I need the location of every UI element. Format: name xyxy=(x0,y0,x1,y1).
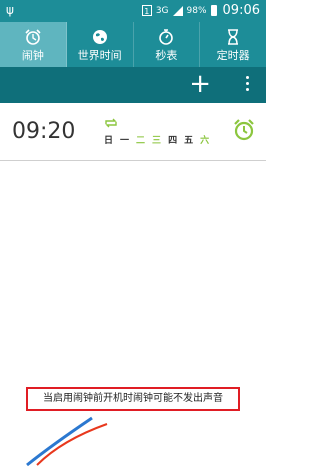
tab-alarm[interactable]: 闹钟 xyxy=(0,22,67,67)
status-bar: ψ 1 3G 98% 09:06 xyxy=(0,0,266,22)
day-label: 四 xyxy=(168,136,178,146)
status-indicators: 1 3G 98% 09:06 xyxy=(141,3,260,18)
action-bar: + xyxy=(0,67,266,103)
hourglass-icon xyxy=(228,29,239,45)
repeat-icon xyxy=(105,118,117,128)
add-alarm-button[interactable]: + xyxy=(189,71,211,97)
tab-label: 定时器 xyxy=(216,49,250,62)
day-label: 日 xyxy=(104,136,114,146)
day-label: 一 xyxy=(120,136,130,146)
tab-stopwatch[interactable]: 秒表 xyxy=(134,22,201,67)
globe-icon xyxy=(92,30,107,44)
watermark-logo xyxy=(0,410,266,468)
day-label: 五 xyxy=(184,136,194,146)
battery-icon xyxy=(210,5,217,16)
notification-indicator-icon: 1 xyxy=(141,5,152,16)
tab-world-clock[interactable]: 世界时间 xyxy=(67,22,134,67)
signal-icon xyxy=(172,5,183,16)
tab-label: 闹钟 xyxy=(21,49,44,62)
day-label: 三 xyxy=(152,136,162,146)
alarm-time: 09:20 xyxy=(12,119,76,144)
tab-timer[interactable]: 定时器 xyxy=(200,22,266,67)
usb-icon: ψ xyxy=(6,3,14,17)
more-options-icon[interactable] xyxy=(246,76,250,94)
alarm-notice-toast: 当启用闹钟前开机时闹钟可能不发出声音 xyxy=(26,387,240,411)
stopwatch-icon xyxy=(159,29,174,45)
tab-label: 秒表 xyxy=(155,49,178,62)
alarm-repeat-days: 日一二三四五六 xyxy=(104,133,209,146)
network-type: 3G xyxy=(155,5,169,16)
alarm-item[interactable]: 09:20 日一二三四五六 xyxy=(0,106,266,161)
tab-label: 世界时间 xyxy=(77,49,122,62)
battery-percent: 98% xyxy=(186,5,207,16)
day-label: 二 xyxy=(136,136,146,146)
alarm-clock-icon xyxy=(25,29,41,45)
tab-bar: 闹钟 世界时间 秒表 定时器 xyxy=(0,22,266,67)
alarm-toggle-icon[interactable] xyxy=(232,118,256,142)
brush-stroke-icon xyxy=(26,416,108,467)
day-label: 六 xyxy=(200,136,210,146)
status-time: 09:06 xyxy=(222,3,260,18)
